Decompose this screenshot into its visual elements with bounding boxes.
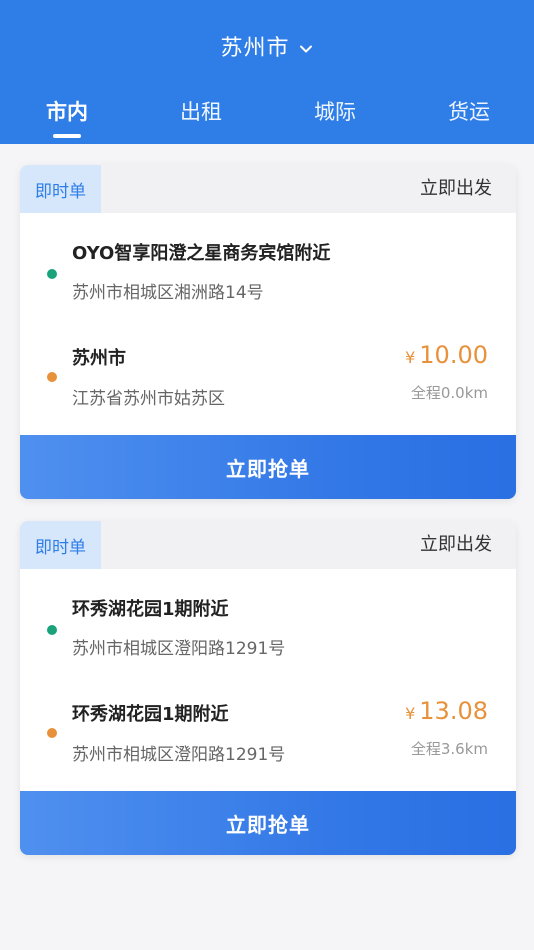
category-tabs: 市内 出租 城际 货运 — [0, 96, 534, 138]
depart-time: 立即出发 — [420, 178, 492, 199]
card-header: 即时单 立即出发 — [20, 521, 516, 569]
currency-symbol: ¥ — [405, 348, 416, 367]
destination-dot-icon — [47, 372, 57, 382]
active-tab-indicator — [53, 134, 81, 138]
tab-city[interactable]: 市内 — [22, 96, 112, 126]
card-header: 即时单 立即出发 — [20, 165, 516, 213]
destination-name: 环秀湖花园1期附近 — [72, 704, 229, 725]
price-value: 13.08 — [419, 697, 488, 725]
origin-name: 环秀湖花园1期附近 — [72, 599, 229, 620]
price: ¥13.08 — [405, 697, 488, 725]
origin-address: 苏州市相城区湘洲路14号 — [72, 283, 264, 303]
order-card: 即时单 立即出发 OYO智享阳澄之星商务宾馆附近 苏州市相城区湘洲路14号 苏州… — [20, 165, 516, 499]
trip-distance: 全程0.0km — [410, 384, 488, 402]
destination-address: 江苏省苏州市姑苏区 — [72, 389, 225, 409]
price-value: 10.00 — [419, 341, 488, 369]
destination-address: 苏州市相城区澄阳路1291号 — [72, 745, 286, 765]
city-name: 苏州市 — [220, 36, 290, 61]
grab-order-button[interactable]: 立即抢单 — [20, 435, 516, 499]
tab-freight[interactable]: 货运 — [424, 96, 514, 126]
destination-name: 苏州市 — [72, 348, 126, 369]
destination-dot-icon — [47, 728, 57, 738]
city-selector[interactable]: 苏州市 — [0, 30, 534, 62]
chevron-down-icon — [298, 38, 314, 54]
order-type-badge: 即时单 — [20, 521, 101, 569]
order-card: 即时单 立即出发 环秀湖花园1期附近 苏州市相城区澄阳路1291号 环秀湖花园1… — [20, 521, 516, 855]
tab-taxi[interactable]: 出租 — [156, 96, 246, 126]
depart-time: 立即出发 — [420, 534, 492, 555]
order-type-badge: 即时单 — [20, 165, 101, 213]
currency-symbol: ¥ — [405, 704, 416, 723]
top-header: 苏州市 市内 出租 城际 货运 — [0, 0, 534, 144]
grab-order-button[interactable]: 立即抢单 — [20, 791, 516, 855]
trip-distance: 全程3.6km — [410, 740, 488, 758]
origin-dot-icon — [47, 269, 57, 279]
origin-address: 苏州市相城区澄阳路1291号 — [72, 639, 286, 659]
origin-name: OYO智享阳澄之星商务宾馆附近 — [72, 243, 331, 264]
tab-intercity[interactable]: 城际 — [290, 96, 380, 126]
price: ¥10.00 — [405, 341, 488, 369]
origin-dot-icon — [47, 625, 57, 635]
